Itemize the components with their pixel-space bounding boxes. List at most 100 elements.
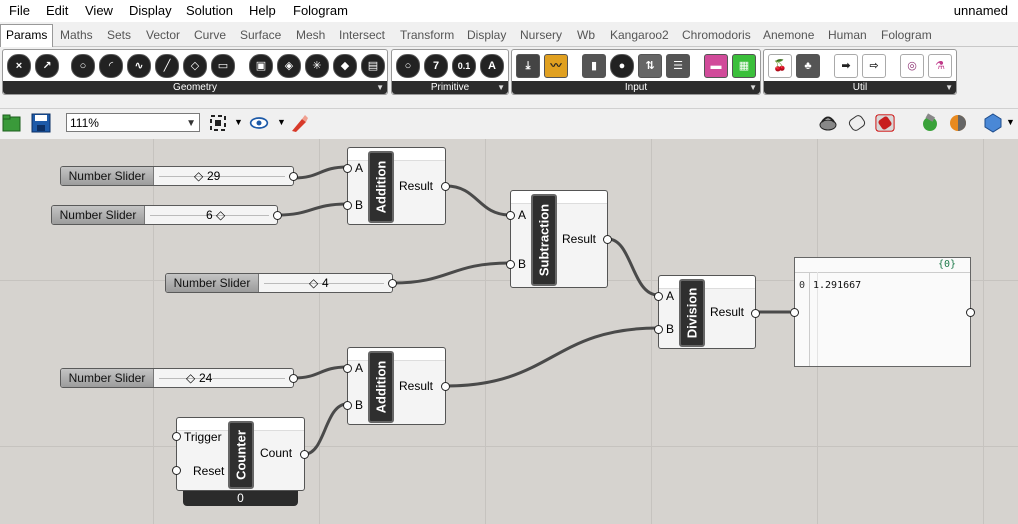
matrix-icon[interactable]: ▦	[732, 54, 756, 78]
mesh-param-icon[interactable]: ✳	[305, 54, 329, 78]
save-file-icon[interactable]	[31, 113, 51, 133]
panel-expand-icon[interactable]: ▼	[376, 81, 384, 94]
slider-icon[interactable]: ⇅	[638, 54, 662, 78]
flask-icon[interactable]: ⚗	[928, 54, 952, 78]
number-slider[interactable]: Number Slider 6 ◇	[51, 205, 282, 225]
number-param-icon[interactable]: 0.1	[452, 54, 476, 78]
slider-track[interactable]	[159, 176, 285, 177]
tab-chromodoris[interactable]: Chromodoris	[682, 28, 751, 42]
zoom-combobox[interactable]: 111% ▼	[66, 113, 200, 132]
output-grip-result[interactable]	[603, 235, 612, 244]
tab-fologram[interactable]: Fologram	[881, 28, 932, 42]
counter-component[interactable]: Trigger Reset Counter Count	[172, 417, 309, 491]
panel-expand-icon[interactable]: ▼	[497, 81, 505, 94]
line-param-icon[interactable]: ╱	[155, 54, 179, 78]
addition-component[interactable]: A B Addition Result	[343, 147, 450, 225]
output-grip-result[interactable]	[441, 182, 450, 191]
tab-human[interactable]: Human	[828, 28, 867, 42]
slider-handle-icon[interactable]: ◇	[186, 371, 195, 385]
brep-param-icon[interactable]: ◈	[277, 54, 301, 78]
circle-param-icon[interactable]: ○	[71, 54, 95, 78]
value-list-icon[interactable]: ☰	[666, 54, 690, 78]
output-grip[interactable]	[289, 172, 298, 181]
rectangle-param-icon[interactable]: ▭	[211, 54, 235, 78]
tab-surface[interactable]: Surface	[240, 28, 281, 42]
menu-help[interactable]: Help	[249, 3, 276, 18]
menu-edit[interactable]: Edit	[46, 3, 68, 18]
arc-param-icon[interactable]: ◜	[99, 54, 123, 78]
chevron-down-icon[interactable]: ▼	[277, 117, 286, 127]
galapagos-icon[interactable]: ◎	[900, 54, 924, 78]
output-grip[interactable]	[966, 308, 975, 317]
output-grip[interactable]	[273, 211, 282, 220]
input-grip-trigger[interactable]	[172, 432, 181, 441]
panel-expand-icon[interactable]: ▼	[749, 81, 757, 94]
tab-anemone[interactable]: Anemone	[763, 28, 814, 42]
output-grip-result[interactable]	[441, 382, 450, 391]
division-component[interactable]: A B Division Result	[654, 275, 760, 349]
graph-mapper-icon[interactable]: 〰	[544, 54, 568, 78]
output-grip[interactable]	[388, 279, 397, 288]
menu-view[interactable]: View	[85, 3, 113, 18]
colour-swatch-icon[interactable]: ▬	[704, 54, 728, 78]
field-param-icon[interactable]: ▤	[361, 54, 385, 78]
tab-wb[interactable]: Wb	[577, 28, 595, 42]
slider-handle-icon[interactable]: ◇	[194, 169, 203, 183]
vector-param-icon[interactable]: ↗	[35, 54, 59, 78]
input-grip-a[interactable]	[343, 364, 352, 373]
curve-param-icon[interactable]: ∿	[127, 54, 151, 78]
menu-display[interactable]: Display	[129, 3, 172, 18]
input-grip-b[interactable]	[343, 201, 352, 210]
point-param-icon[interactable]: ×	[7, 54, 31, 78]
boolean-param-icon[interactable]: ○	[396, 54, 420, 78]
number-slider[interactable]: Number Slider ◇ 24	[60, 368, 298, 388]
tab-maths[interactable]: Maths	[60, 28, 93, 42]
chevron-down-icon[interactable]: ▼	[186, 114, 196, 133]
input-grip-b[interactable]	[654, 325, 663, 334]
input-grip[interactable]	[790, 308, 799, 317]
input-grip-b[interactable]	[506, 260, 515, 269]
preview-shaded-icon[interactable]	[847, 113, 867, 133]
integer-param-icon[interactable]: 7	[424, 54, 448, 78]
subtraction-component[interactable]: A B Subtraction Result	[506, 190, 612, 288]
preview-wireframe-icon[interactable]	[818, 113, 838, 133]
slider-track[interactable]	[159, 378, 285, 379]
output-grip-result[interactable]	[751, 309, 760, 318]
button-icon[interactable]: ●	[610, 54, 634, 78]
input-grip-reset[interactable]	[172, 466, 181, 475]
panel-expand-icon[interactable]: ▼	[945, 81, 953, 94]
slider-handle-icon[interactable]: ◇	[309, 276, 318, 290]
cherry-picker-icon[interactable]: 🍒	[768, 54, 792, 78]
input-grip-a[interactable]	[654, 292, 663, 301]
tab-kangaroo2[interactable]: Kangaroo2	[610, 28, 669, 42]
arrow-right-outline-icon[interactable]: ⇨	[862, 54, 886, 78]
preview-eye-icon[interactable]	[249, 113, 269, 133]
colour-sphere-icon[interactable]	[948, 113, 968, 133]
addition-component[interactable]: A B Addition Result	[343, 347, 450, 425]
tab-mesh[interactable]: Mesh	[296, 28, 325, 42]
tab-display[interactable]: Display	[467, 28, 506, 42]
text-param-icon[interactable]: A	[480, 54, 504, 78]
chevron-down-icon[interactable]: ▼	[1006, 117, 1015, 127]
tab-curve[interactable]: Curve	[194, 28, 226, 42]
gem-shape-icon[interactable]	[983, 113, 1003, 133]
bake-icon[interactable]	[920, 113, 940, 133]
data-panel[interactable]: {0} 0 1.291667	[790, 257, 975, 367]
tab-params[interactable]: Params	[0, 24, 54, 47]
number-slider[interactable]: Number Slider ◇ 29	[60, 166, 298, 186]
input-grip-a[interactable]	[343, 164, 352, 173]
plane-param-icon[interactable]: ◇	[183, 54, 207, 78]
boolean-toggle-icon[interactable]: ▮	[582, 54, 606, 78]
preview-selected-icon[interactable]	[875, 113, 895, 133]
surface-param-icon[interactable]: ◆	[333, 54, 357, 78]
menu-solution[interactable]: Solution	[186, 3, 233, 18]
menu-file[interactable]: File	[9, 3, 30, 18]
input-grip-b[interactable]	[343, 401, 352, 410]
tab-transform[interactable]: Transform	[400, 28, 454, 42]
tab-vector[interactable]: Vector	[146, 28, 180, 42]
box-param-icon[interactable]: ▣	[249, 54, 273, 78]
tab-intersect[interactable]: Intersect	[339, 28, 385, 42]
tree-icon[interactable]: ♣	[796, 54, 820, 78]
output-grip[interactable]	[289, 374, 298, 383]
node-canvas[interactable]: Number Slider ◇ 29 Number Slider 6 ◇ Num…	[0, 139, 1018, 524]
